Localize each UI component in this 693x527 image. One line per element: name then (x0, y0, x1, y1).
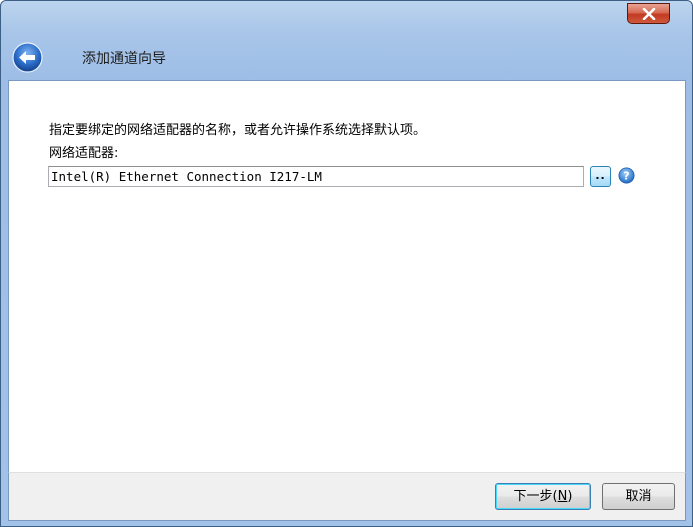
wizard-window: 添加通道向导 指定要绑定的网络适配器的名称，或者允许操作系统选择默认项。 网络适… (0, 0, 693, 527)
instruction-text: 指定要绑定的网络适配器的名称，或者允许操作系统选择默认项。 (49, 123, 427, 138)
cancel-button[interactable]: 取消 (602, 483, 675, 510)
help-button[interactable]: ? (618, 167, 635, 184)
content-panel: 指定要绑定的网络适配器的名称，或者允许操作系统选择默认项。 网络适配器: .. … (8, 80, 686, 472)
next-button-prefix: 下一步( (513, 489, 558, 504)
button-bar: 下一步(N) 取消 (8, 472, 686, 521)
next-button-suffix: ) (567, 489, 573, 504)
back-button[interactable] (12, 42, 43, 73)
wizard-title: 添加通道向导 (82, 51, 166, 67)
next-button[interactable]: 下一步(N) (495, 483, 591, 510)
close-button[interactable] (627, 3, 670, 24)
svg-text:?: ? (623, 170, 629, 183)
back-arrow-icon (12, 42, 43, 73)
adapter-input[interactable] (48, 166, 584, 187)
browse-button[interactable]: .. (590, 166, 611, 187)
next-button-mnemonic: N (557, 489, 568, 504)
adapter-label: 网络适配器: (49, 146, 119, 161)
close-icon (642, 7, 655, 20)
help-icon: ? (618, 167, 635, 184)
